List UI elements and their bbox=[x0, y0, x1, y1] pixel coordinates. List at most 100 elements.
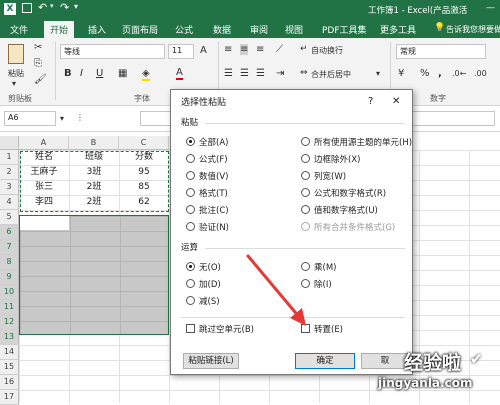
radio-icon[interactable] bbox=[186, 296, 195, 305]
merge-center-button[interactable]: 合并后居中 bbox=[311, 69, 351, 80]
percent-button[interactable]: % bbox=[420, 68, 430, 79]
font-color-icon[interactable]: A bbox=[176, 67, 183, 80]
row-header[interactable]: 11 bbox=[0, 300, 19, 315]
name-box-dropdown-icon[interactable]: ▾ bbox=[60, 114, 64, 123]
font-name-select[interactable]: 等线 bbox=[60, 44, 165, 59]
paste-option[interactable]: 列宽(W) bbox=[301, 171, 346, 183]
save-icon[interactable] bbox=[22, 3, 32, 13]
radio-selected-icon[interactable] bbox=[186, 137, 195, 146]
radio-icon[interactable] bbox=[301, 222, 310, 231]
row-header[interactable]: 15 bbox=[0, 360, 19, 375]
align-left-icon[interactable]: ☰ bbox=[224, 68, 233, 79]
radio-icon[interactable] bbox=[301, 279, 310, 288]
number-format-select[interactable]: 常规 bbox=[396, 44, 486, 59]
tell-me-search[interactable]: 告诉我您想要做什么 bbox=[446, 24, 500, 35]
font-size-select[interactable]: 11 bbox=[168, 44, 194, 59]
align-bottom-icon[interactable]: ≡ bbox=[256, 44, 264, 55]
table-cell[interactable]: 张三 bbox=[19, 180, 69, 195]
format-painter-icon[interactable]: 🖌 bbox=[34, 74, 47, 85]
italic-button[interactable]: I bbox=[80, 68, 83, 79]
operation-option[interactable]: 无(O) bbox=[186, 262, 221, 274]
radio-icon[interactable] bbox=[186, 205, 195, 214]
radio-icon[interactable] bbox=[301, 137, 310, 146]
tab-home[interactable]: 开始 bbox=[44, 21, 75, 38]
tab-view[interactable]: 视图 bbox=[285, 23, 303, 36]
paste-option[interactable]: 公式(F) bbox=[186, 154, 228, 166]
redo-icon[interactable]: ↷ bbox=[60, 1, 69, 14]
tab-insert[interactable]: 插入 bbox=[88, 23, 106, 36]
paste-dropdown-icon[interactable]: ▾ bbox=[12, 79, 16, 88]
paste-option[interactable]: 全部(A) bbox=[186, 137, 228, 149]
wrap-text-button[interactable]: 自动换行 bbox=[311, 45, 343, 56]
row-header[interactable]: 16 bbox=[0, 375, 19, 390]
ok-button[interactable]: 确定 bbox=[295, 353, 355, 369]
merge-dropdown-icon[interactable]: ▾ bbox=[376, 69, 380, 78]
skip-blanks-box[interactable] bbox=[186, 324, 195, 333]
row-header[interactable]: 7 bbox=[0, 240, 19, 255]
tab-page-layout[interactable]: 页面布局 bbox=[122, 23, 158, 36]
tab-formulas[interactable]: 公式 bbox=[175, 23, 193, 36]
row-header[interactable]: 5 bbox=[0, 210, 19, 225]
column-header[interactable]: A bbox=[19, 136, 69, 150]
row-header[interactable]: 13 bbox=[0, 330, 19, 345]
table-cell[interactable]: 2班 bbox=[69, 195, 119, 210]
row-header[interactable]: 10 bbox=[0, 285, 19, 300]
radio-icon[interactable] bbox=[301, 154, 310, 163]
operation-option[interactable]: 乘(M) bbox=[301, 262, 336, 274]
cut-icon[interactable]: ✂ bbox=[34, 42, 42, 53]
active-cell-a6[interactable] bbox=[20, 216, 69, 230]
operation-option[interactable]: 除(I) bbox=[301, 279, 332, 291]
radio-icon[interactable] bbox=[186, 279, 195, 288]
close-button[interactable]: ✕ bbox=[392, 96, 400, 108]
transpose-checkbox[interactable]: 转置(E) bbox=[301, 324, 343, 336]
row-header[interactable]: 3 bbox=[0, 180, 19, 195]
align-center-icon[interactable]: ☰ bbox=[240, 68, 249, 79]
help-button[interactable]: ? bbox=[368, 96, 373, 108]
row-header[interactable]: 14 bbox=[0, 345, 19, 360]
radio-selected-icon[interactable] bbox=[186, 262, 195, 271]
paste-option[interactable]: 值和数字格式(U) bbox=[301, 205, 378, 217]
indent-icon[interactable]: ⇥ bbox=[276, 68, 284, 79]
table-cell[interactable]: 王麻子 bbox=[19, 165, 69, 180]
paste-option[interactable]: 格式(T) bbox=[186, 188, 228, 200]
name-box[interactable]: A6 bbox=[4, 111, 56, 126]
row-header[interactable]: 2 bbox=[0, 165, 19, 180]
row-header[interactable]: 4 bbox=[0, 195, 19, 210]
table-cell[interactable]: 姓名 bbox=[19, 150, 69, 165]
borders-icon[interactable]: ▦ bbox=[118, 68, 127, 79]
paste-option[interactable]: 公式和数字格式(R) bbox=[301, 188, 386, 200]
dropdown-chevron-icon[interactable]: ▾ bbox=[50, 2, 54, 10]
paste-option[interactable]: 数值(V) bbox=[186, 171, 228, 183]
selected-range-a6-c13[interactable] bbox=[19, 215, 169, 335]
tab-pdf-tools[interactable]: PDF工具集 bbox=[322, 23, 367, 36]
tab-more-tools[interactable]: 更多工具 bbox=[380, 23, 416, 36]
paste-option[interactable]: 边框除外(X) bbox=[301, 154, 360, 166]
table-cell[interactable]: 2班 bbox=[69, 180, 119, 195]
paste-option[interactable]: 验证(N) bbox=[186, 222, 229, 234]
table-cell[interactable]: 3班 bbox=[69, 165, 119, 180]
paste-icon[interactable] bbox=[8, 44, 24, 64]
paste-button[interactable]: 粘贴 bbox=[8, 68, 24, 79]
select-all-corner[interactable] bbox=[0, 136, 19, 150]
copy-icon[interactable]: ⎘ bbox=[34, 58, 42, 69]
grow-font-icon[interactable]: A bbox=[200, 45, 207, 56]
radio-icon[interactable] bbox=[301, 171, 310, 180]
operation-option[interactable]: 加(D) bbox=[186, 279, 221, 291]
radio-icon[interactable] bbox=[186, 171, 195, 180]
align-right-icon[interactable]: ☰ bbox=[256, 68, 265, 79]
radio-icon[interactable] bbox=[301, 262, 310, 271]
row-header[interactable]: 1 bbox=[0, 150, 19, 165]
bold-button[interactable]: B bbox=[64, 68, 72, 79]
radio-icon[interactable] bbox=[301, 205, 310, 214]
table-cell[interactable]: 85 bbox=[119, 180, 169, 195]
undo-icon[interactable]: ↶ bbox=[38, 1, 47, 14]
align-top-icon[interactable]: ≡ bbox=[224, 44, 232, 55]
comma-style-button[interactable]: , bbox=[438, 68, 442, 79]
paste-option[interactable]: 批注(C) bbox=[186, 205, 229, 217]
column-header[interactable]: C bbox=[119, 136, 169, 150]
quick-access-customize-icon[interactable]: ▾ bbox=[74, 2, 78, 11]
row-header[interactable]: 6 bbox=[0, 225, 19, 240]
radio-icon[interactable] bbox=[186, 222, 195, 231]
paste-option[interactable]: 所有使用源主题的单元(H) bbox=[301, 137, 412, 149]
tab-data[interactable]: 数据 bbox=[213, 23, 231, 36]
